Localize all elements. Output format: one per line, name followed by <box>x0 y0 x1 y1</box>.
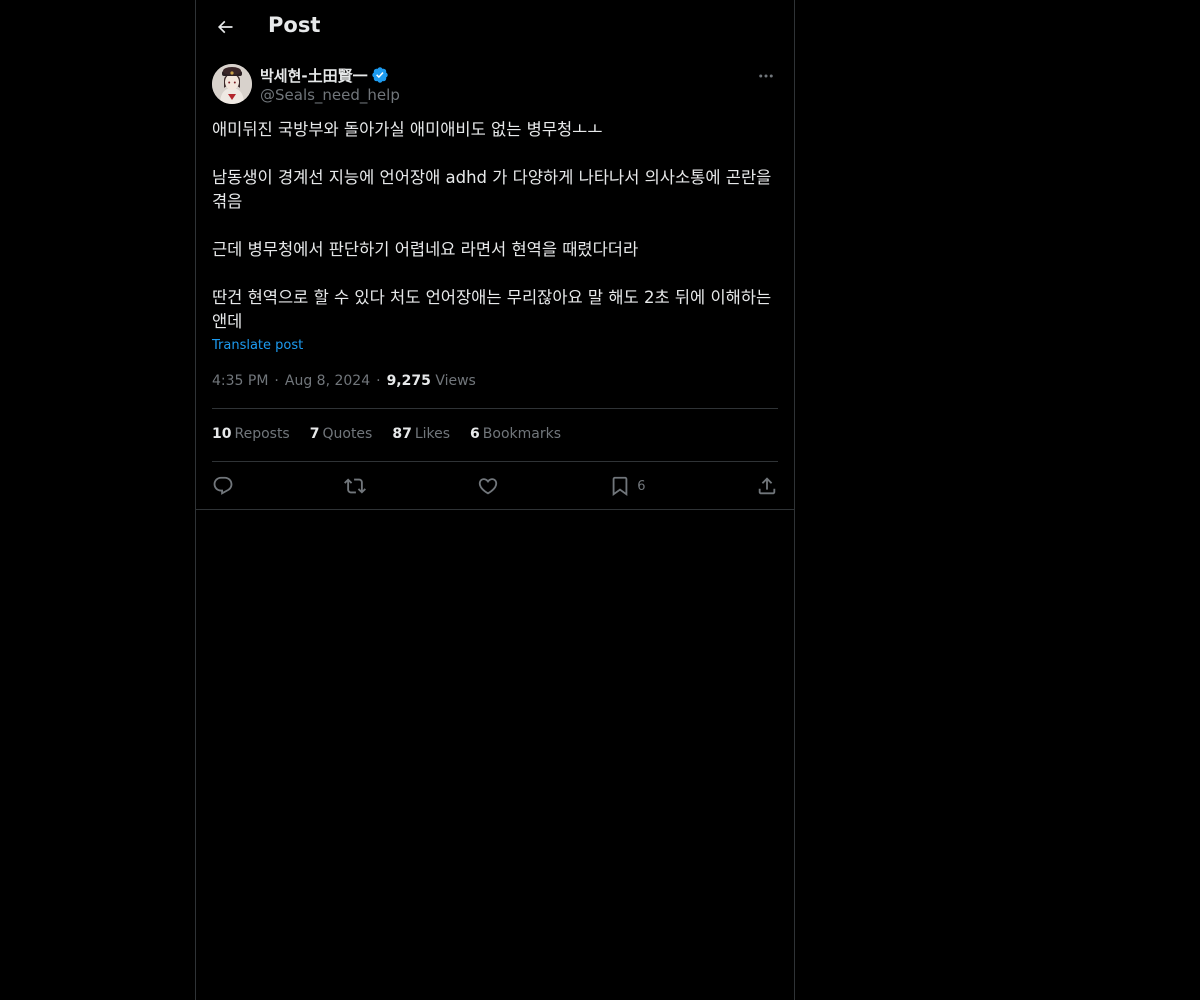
divider <box>212 408 778 409</box>
post-time[interactable]: 4:35 PM <box>212 373 268 389</box>
meta-separator: · <box>376 373 381 389</box>
engagement-stats: 10 Reposts 7 Quotes 87 Likes 6 Bookmarks <box>212 426 561 442</box>
author-block: 박세현-土田賢一 @Seals_need_help <box>260 65 400 105</box>
like-button[interactable] <box>477 475 499 497</box>
divider <box>212 461 778 462</box>
views-label: Views <box>435 373 476 389</box>
post-meta: 4:35 PM · Aug 8, 2024 · 9,275 Views <box>212 373 476 389</box>
avatar-image <box>212 64 252 104</box>
post-header: Post <box>196 0 794 54</box>
share-icon <box>758 477 776 495</box>
author-name[interactable]: 박세현-土田賢一 <box>260 65 368 86</box>
verified-badge-icon <box>371 66 389 84</box>
post-paragraph: 남동생이 경계선 지능에 언어장애 adhd 가 다양하게 나타나서 의사소통에… <box>212 168 772 211</box>
page-title: Post <box>268 13 321 37</box>
back-button[interactable] <box>212 14 238 40</box>
likes-stat[interactable]: 87 Likes <box>392 426 450 442</box>
reply-icon <box>213 476 233 495</box>
post-body: 애미뒤진 국방부와 돌아가실 애미애비도 없는 병무청ㅗㅗ 남동생이 경계선 지… <box>212 118 778 334</box>
action-bar: 6 <box>212 473 778 499</box>
repost-button[interactable] <box>344 475 367 497</box>
bookmarks-label: Bookmarks <box>482 426 562 442</box>
quotes-count: 7 <box>309 426 320 442</box>
bookmark-icon <box>612 476 628 497</box>
post-date[interactable]: Aug 8, 2024 <box>285 373 370 389</box>
quotes-label: Quotes <box>322 426 373 442</box>
author-handle[interactable]: @Seals_need_help <box>260 86 400 104</box>
heart-icon <box>478 478 498 495</box>
meta-separator: · <box>274 373 279 389</box>
post-paragraph: 딴건 현역으로 할 수 있다 처도 언어장애는 무리잖아요 말 해도 2초 뒤에… <box>212 288 772 331</box>
more-horizontal-icon <box>759 74 773 78</box>
main-column: Post 박세현-土田賢一 @Seals_need_help 애미뒤진 국방부와… <box>195 0 795 1000</box>
more-options-button[interactable] <box>754 66 778 86</box>
translate-post-link[interactable]: Translate post <box>212 338 303 353</box>
post-paragraph: 애미뒤진 국방부와 돌아가실 애미애비도 없는 병무청ㅗㅗ <box>212 120 603 139</box>
post-bottom-divider <box>196 509 794 510</box>
repost-icon <box>344 478 367 494</box>
views-count: 9,275 <box>386 373 431 389</box>
bookmark-button[interactable]: 6 <box>609 475 646 497</box>
bookmark-count: 6 <box>637 478 646 494</box>
bookmarks-stat[interactable]: 6 Bookmarks <box>470 426 561 442</box>
avatar[interactable] <box>212 64 252 104</box>
reposts-count: 10 <box>212 426 232 442</box>
post-paragraph: 근데 병무청에서 판단하기 어렵네요 라면서 현역을 때렸다더라 <box>212 240 639 259</box>
views-block: 9,275 Views <box>387 373 476 389</box>
reposts-stat[interactable]: 10 Reposts <box>212 426 290 442</box>
reposts-label: Reposts <box>234 426 290 442</box>
quotes-stat[interactable]: 7 Quotes <box>310 426 373 442</box>
share-button[interactable] <box>756 475 778 497</box>
reply-button[interactable] <box>212 475 234 497</box>
arrow-left-icon <box>217 20 233 34</box>
bookmarks-count: 6 <box>470 426 480 442</box>
likes-count: 87 <box>392 426 412 442</box>
likes-label: Likes <box>414 426 451 442</box>
